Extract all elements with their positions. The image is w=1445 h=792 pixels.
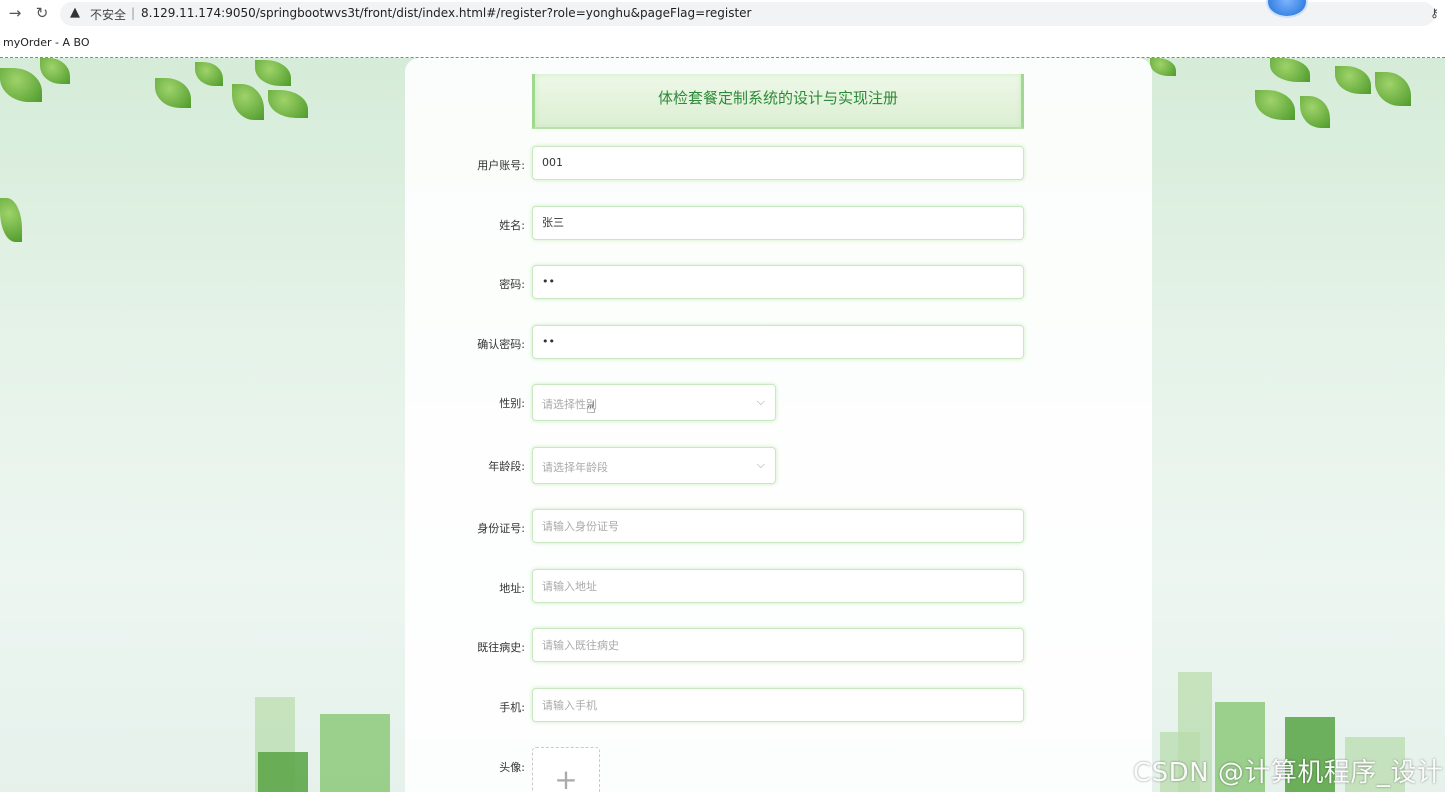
label-id-card: 身份证号:: [477, 522, 525, 535]
confirm-password-input[interactable]: ••: [532, 325, 1024, 359]
leaf-decoration: [1255, 90, 1295, 120]
phone-input[interactable]: [532, 688, 1024, 722]
id-card-input[interactable]: [532, 509, 1024, 543]
password-input[interactable]: ••: [532, 265, 1024, 299]
leaf-decoration: [195, 62, 223, 86]
leaf-decoration: [0, 68, 42, 102]
label-account: 用户账号:: [477, 159, 525, 172]
label-password: 密码:: [499, 278, 525, 291]
gender-select[interactable]: 请选择性别 ⌵: [532, 384, 776, 421]
medical-history-input[interactable]: [532, 628, 1024, 662]
reload-icon[interactable]: ↻: [33, 4, 51, 22]
leaf-decoration: [1335, 66, 1371, 94]
address-bar: → ↻ ▲ 不安全 | 8.129.11.174:9050/springboot…: [0, 0, 1445, 28]
warning-icon[interactable]: ▲: [70, 5, 80, 20]
plus-icon: +: [554, 763, 578, 792]
building-decoration: [258, 752, 308, 792]
label-gender: 性别:: [499, 397, 525, 410]
url-text[interactable]: 8.129.11.174:9050/springbootwvs3t/front/…: [141, 6, 752, 20]
label-address: 地址:: [499, 582, 525, 595]
leaf-decoration: [232, 84, 264, 120]
label-avatar: 头像:: [499, 761, 525, 774]
label-confirm-password: 确认密码:: [477, 338, 525, 351]
leaf-decoration: [1375, 72, 1411, 106]
watermark: CSDN @计算机程序_设计: [1133, 758, 1444, 788]
label-phone: 手机:: [499, 701, 525, 714]
leaf-decoration: [268, 90, 308, 118]
leaf-decoration: [155, 78, 191, 108]
label-age-group: 年龄段:: [488, 460, 525, 473]
url-separator: |: [131, 6, 136, 20]
building-decoration: [320, 714, 390, 792]
leaf-decoration: [40, 58, 70, 84]
chevron-down-icon: ⌵: [756, 458, 765, 471]
forward-icon[interactable]: →: [6, 4, 24, 22]
leaf-decoration: [1150, 58, 1176, 76]
avatar-upload[interactable]: +: [532, 747, 600, 792]
leaf-decoration: [1300, 96, 1330, 128]
address-input[interactable]: [532, 569, 1024, 603]
label-name: 姓名:: [499, 219, 525, 232]
age-group-select[interactable]: 请选择年龄段 ⌵: [532, 447, 776, 484]
account-input[interactable]: 001: [532, 146, 1024, 180]
key-icon[interactable]: ⚷: [1430, 6, 1439, 20]
chevron-down-icon: ⌵: [756, 395, 765, 408]
name-input[interactable]: 张三: [532, 206, 1024, 240]
leaf-decoration: [1270, 58, 1310, 82]
label-medical-history: 既往病史:: [477, 641, 525, 654]
bookmark-item[interactable]: myOrder - A BO: [3, 36, 89, 49]
form-title: 体检套餐定制系统的设计与实现注册: [657, 89, 898, 107]
leaf-decoration: [255, 60, 291, 86]
age-group-placeholder: 请选择年龄段: [542, 461, 608, 474]
hand-cursor-icon: ☝: [586, 398, 596, 417]
security-label[interactable]: 不安全: [90, 6, 126, 23]
form-title-box: 体检套餐定制系统的设计与实现注册: [532, 74, 1024, 129]
bookmarks-bar: myOrder - A BO: [0, 28, 1445, 56]
leaf-decoration: [0, 198, 22, 242]
